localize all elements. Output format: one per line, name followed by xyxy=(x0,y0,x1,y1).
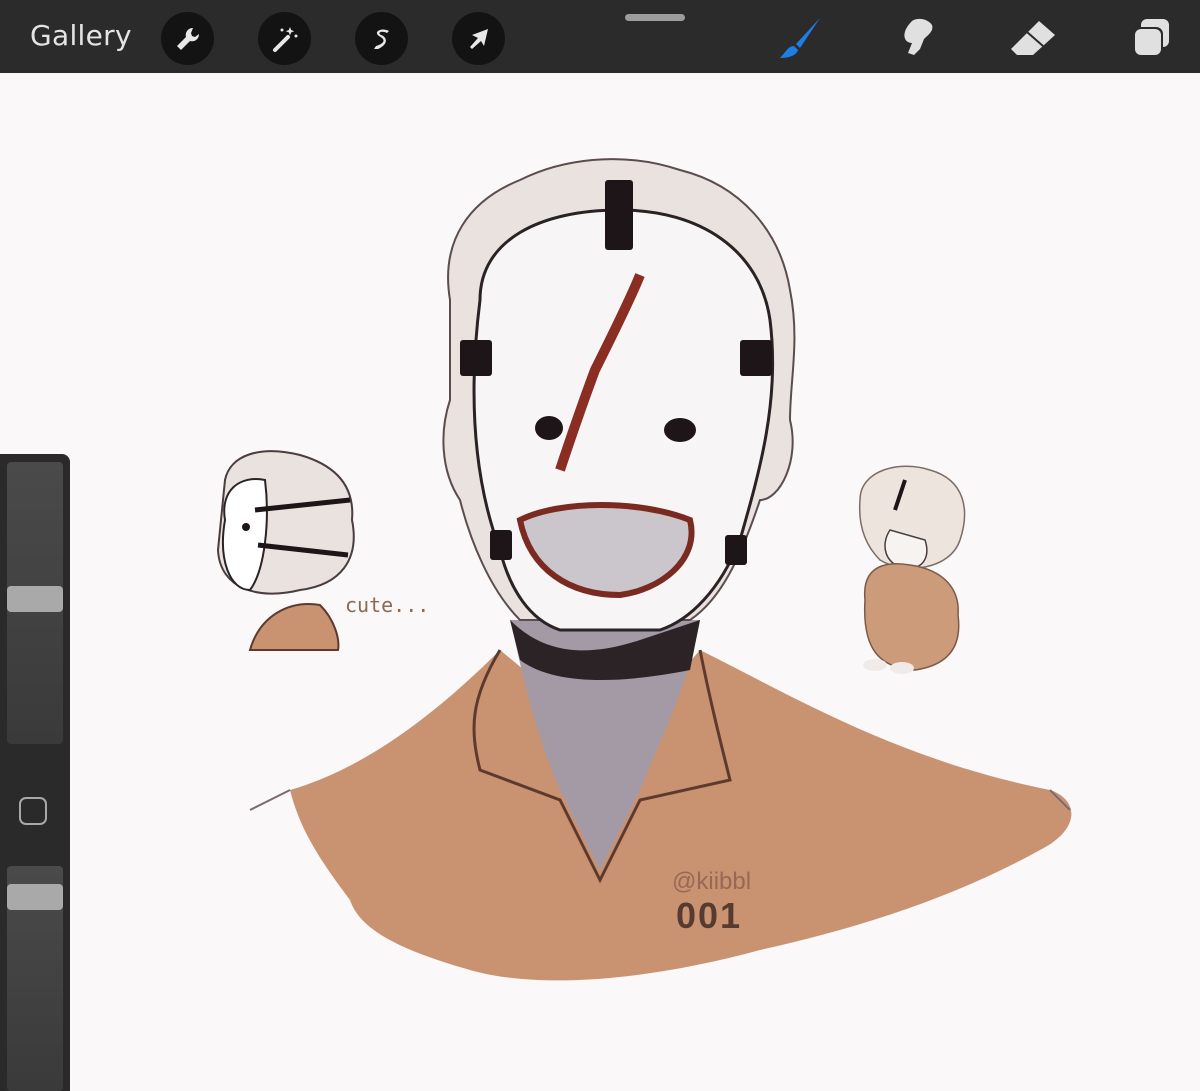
transform-arrow-icon xyxy=(469,28,488,49)
chibi-profile-sketch xyxy=(216,450,355,651)
left-sidebar xyxy=(0,454,70,1091)
transform-button[interactable] xyxy=(452,12,505,65)
opacity-thumb[interactable] xyxy=(7,884,63,910)
wrench-icon xyxy=(176,27,199,50)
layers-icon xyxy=(1133,19,1169,57)
magic-wand-icon xyxy=(272,26,297,52)
top-toolbar: Gallery xyxy=(0,0,1200,73)
signature-text: @kiibbl xyxy=(672,868,752,895)
layers-button[interactable] xyxy=(1126,14,1176,62)
modify-button[interactable] xyxy=(19,797,47,825)
eraser-icon xyxy=(1011,21,1055,55)
brush-tool-button[interactable] xyxy=(775,14,825,62)
smudge-icon xyxy=(904,18,933,56)
brush-size-thumb[interactable] xyxy=(7,586,63,612)
selection-button[interactable] xyxy=(355,12,408,65)
cute-note-text: cute... xyxy=(345,593,430,617)
top-drag-handle[interactable] xyxy=(625,14,685,21)
shirt-number: 001 xyxy=(676,895,743,936)
adjustments-button[interactable] xyxy=(258,12,311,65)
smudge-tool-button[interactable] xyxy=(892,14,942,62)
selection-icon xyxy=(373,29,389,49)
eraser-tool-button[interactable] xyxy=(1008,14,1058,62)
artwork xyxy=(216,158,1072,981)
brush-icon xyxy=(780,18,820,58)
gallery-button[interactable]: Gallery xyxy=(30,19,132,52)
chibi-sitting-sketch xyxy=(858,465,966,674)
drawing-canvas[interactable]: cute... @kiibbl 001 xyxy=(0,73,1200,1091)
actions-wrench-button[interactable] xyxy=(161,12,214,65)
